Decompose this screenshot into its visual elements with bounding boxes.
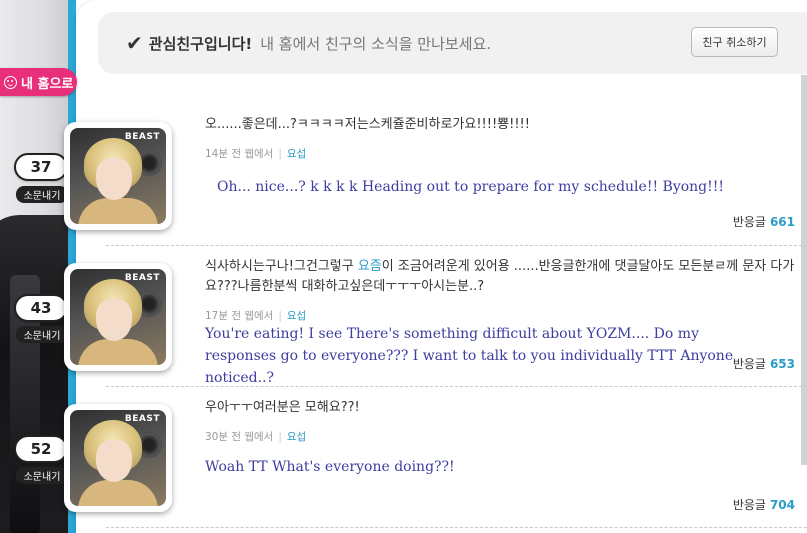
post-text-main: 오......좋은데...?ㅋㅋㅋㅋ저는스케쥴준비하로가요!!!!뿅!!!! — [205, 117, 530, 132]
friend-banner: ✔ 관심친구입니다! 내 홈에서 친구의 소식을 만나보세요. 친구 취소하기 — [98, 12, 807, 74]
post-translation: Oh... nice...? k k k k Heading out to pr… — [217, 179, 725, 195]
replies-count: 653 — [769, 357, 795, 371]
avatar-photo: BEAST — [70, 410, 166, 506]
post-meta: 30분 전 웹에서 | 요섭 — [205, 429, 306, 444]
replies-link[interactable]: 반응글 653 — [733, 355, 795, 372]
checkmark-icon: ✔ — [126, 31, 143, 55]
post-text-main: 식사하시는구나!그건그렇구 — [205, 259, 358, 274]
post-author-link[interactable]: 요섭 — [287, 146, 306, 161]
my-home-label: 내 홈으로 — [21, 76, 74, 92]
post-divider — [106, 527, 807, 528]
avatar[interactable]: BEAST — [64, 263, 172, 371]
avatar[interactable]: BEAST — [64, 404, 172, 512]
post-item: 37 소문내기 BEAST 오......좋은데...?ㅋㅋㅋㅋ저는스케쥴준비하… — [14, 100, 807, 246]
post-time: 17분 전 웹에서 — [205, 310, 274, 322]
share-count-badge: 37 — [14, 153, 68, 181]
avatar-shirt — [78, 480, 158, 506]
post-time: 14분 전 웹에서 — [205, 148, 274, 160]
post-item: 43 소문내기 BEAST 식사하시는구나!그건그렇구 요즘이 조금어려운게 있… — [14, 246, 807, 387]
replies-link[interactable]: 반응글 704 — [733, 496, 795, 513]
post-text-highlight[interactable]: 요즘 — [358, 259, 382, 274]
replies-count: 661 — [769, 215, 795, 229]
post-author-link[interactable]: 요섭 — [287, 308, 306, 323]
avatar-face — [96, 299, 132, 341]
replies-label: 반응글 — [732, 498, 766, 512]
background-figure — [0, 215, 74, 533]
replies-label: 반응글 — [732, 357, 766, 371]
share-button[interactable]: 소문내기 — [16, 186, 68, 203]
post-translation: Woah TT What's everyone doing??! — [205, 459, 455, 475]
avatar-photo: BEAST — [70, 128, 166, 224]
replies-link[interactable]: 반응글 661 — [733, 213, 795, 230]
avatar-logo: BEAST — [124, 273, 160, 283]
avatar-logo: BEAST — [124, 414, 160, 424]
avatar-photo: BEAST — [70, 269, 166, 365]
share-button[interactable]: 소문내기 — [16, 467, 68, 484]
post-item: 52 소문내기 BEAST 우아ㅜㅜ여러분은 모해요??! 30분 전 웹에서 … — [14, 387, 807, 528]
share-count-badge: 43 — [14, 294, 68, 322]
smiley-icon — [4, 75, 17, 89]
post-author-link[interactable]: 요섭 — [287, 429, 306, 444]
avatar-face — [96, 440, 132, 482]
meta-separator: | — [278, 430, 282, 443]
share-button[interactable]: 소문내기 — [16, 326, 68, 343]
post-time: 30분 전 웹에서 — [205, 431, 274, 443]
banner-subtitle: 내 홈에서 친구의 소식을 만나보세요. — [260, 34, 492, 53]
my-home-button[interactable]: 내 홈으로 — [0, 68, 77, 96]
replies-count: 704 — [769, 498, 795, 512]
avatar-logo: BEAST — [124, 132, 160, 142]
cancel-friend-button[interactable]: 친구 취소하기 — [691, 27, 778, 57]
meta-separator: | — [278, 147, 282, 160]
avatar-shirt — [78, 339, 158, 365]
avatar[interactable]: BEAST — [64, 122, 172, 230]
avatar-face — [96, 158, 132, 200]
post-text: 오......좋은데...?ㅋㅋㅋㅋ저는스케쥴준비하로가요!!!!뿅!!!! — [205, 115, 795, 135]
banner-title: 관심친구입니다! — [148, 34, 253, 53]
post-text: 우아ㅜㅜ여러분은 모해요??! — [205, 398, 795, 418]
post-text: 식사하시는구나!그건그렇구 요즘이 조금어려운게 있어용 ......반응글한개… — [205, 257, 795, 297]
post-text-main: 우아ㅜㅜ여러분은 모해요??! — [205, 400, 360, 415]
avatar-shirt — [78, 198, 158, 224]
post-meta: 14분 전 웹에서 | 요섭 — [205, 146, 306, 161]
replies-label: 반응글 — [732, 215, 766, 229]
post-translation: You're eating! I see There's something d… — [205, 326, 734, 386]
post-meta: 17분 전 웹에서 | 요섭 — [205, 308, 306, 323]
meta-separator: | — [278, 309, 282, 322]
share-count-badge: 52 — [14, 435, 68, 463]
